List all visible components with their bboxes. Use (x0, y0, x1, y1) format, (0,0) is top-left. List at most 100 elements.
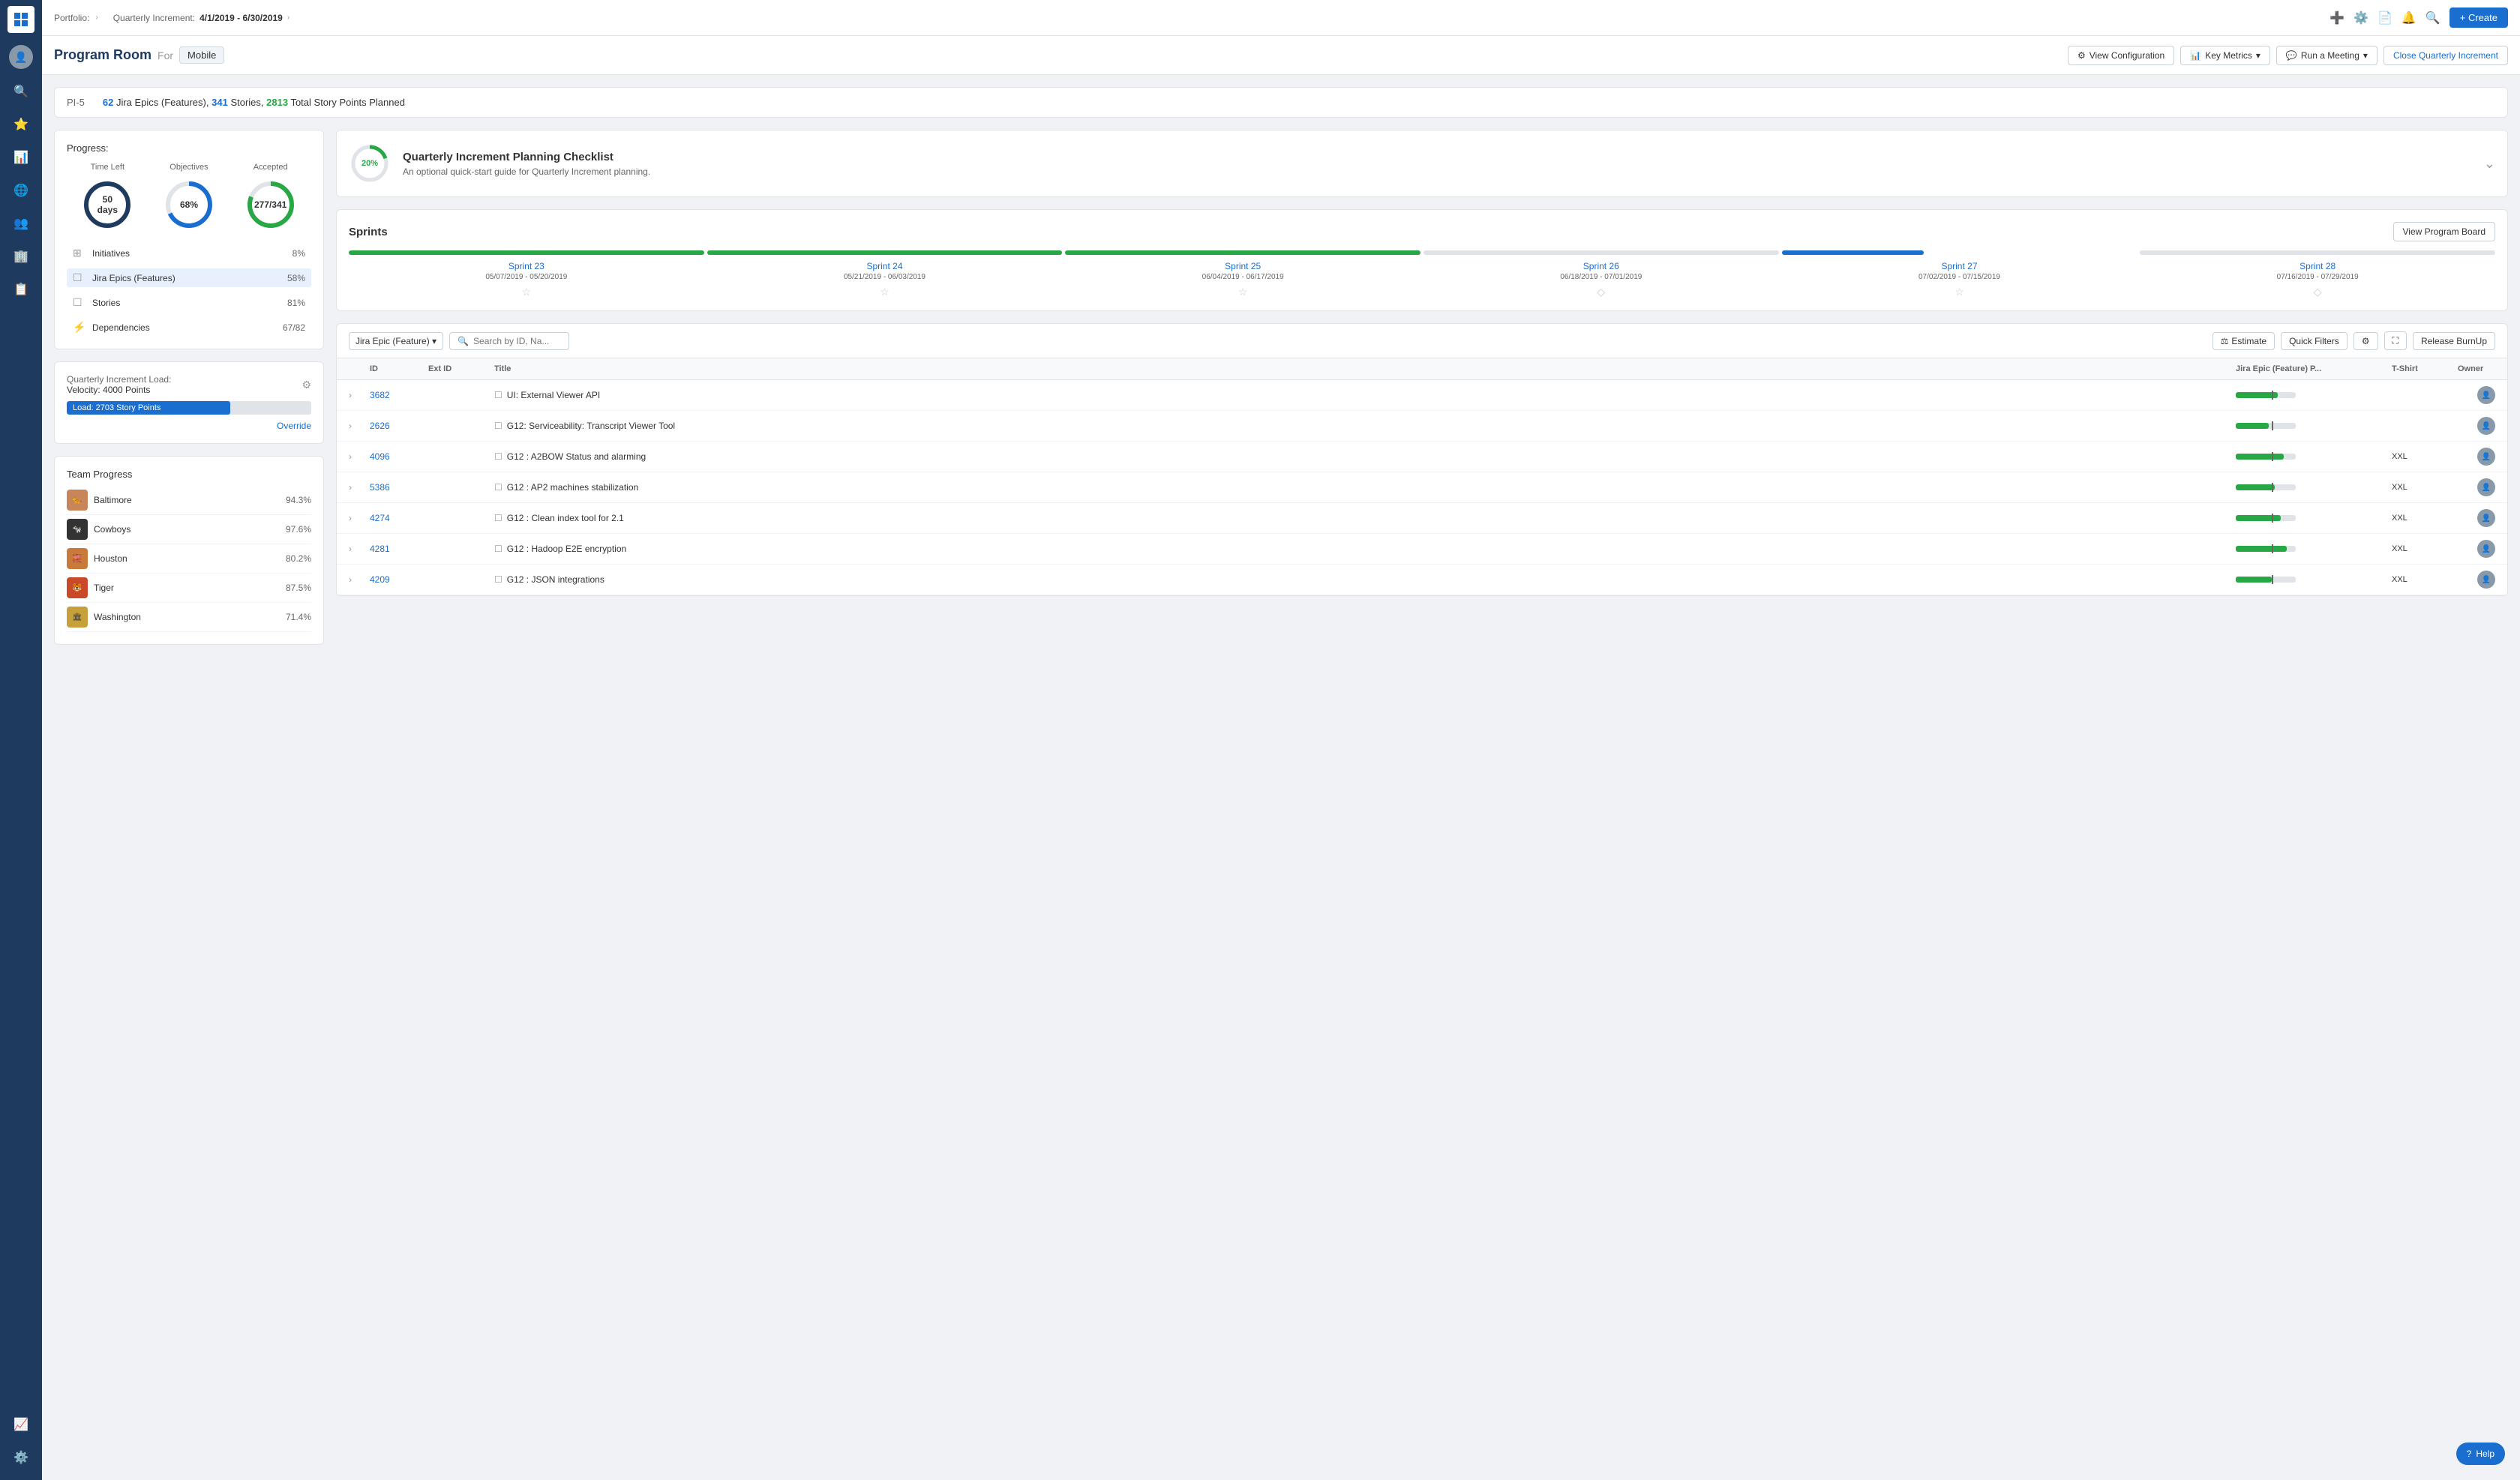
release-burnup-button[interactable]: Release BurnUp (2413, 332, 2495, 350)
doc-icon: ☐ (494, 544, 502, 554)
sprint-24-star-icon[interactable]: ☆ (880, 286, 890, 298)
sprint-27-star-icon[interactable]: ☆ (1954, 286, 1964, 298)
checklist-collapse-icon[interactable]: ⌄ (2484, 156, 2495, 172)
row-id-3682[interactable]: 3682 (370, 390, 422, 400)
checklist-title: Quarterly Increment Planning Checklist (403, 151, 2472, 163)
sprint-24-name[interactable]: Sprint 24 (866, 261, 902, 271)
view-configuration-button[interactable]: ⚙ View Configuration (2068, 46, 2174, 65)
document-icon[interactable]: 📄 (2378, 10, 2392, 25)
sprint-25-star-icon[interactable]: ☆ (1238, 286, 1248, 298)
team-avatar-washington: 🏛 (67, 607, 88, 628)
row-expand-icon[interactable]: › (349, 390, 364, 400)
sidebar-item-people[interactable]: 👥 (6, 208, 36, 238)
col-tshirt: T-Shirt (2392, 364, 2452, 373)
bar-track (2236, 546, 2296, 552)
sprint-26-star-icon[interactable]: ◇ (1597, 286, 1605, 298)
search-icon[interactable]: 🔍 (2426, 10, 2440, 25)
sprint-25-name[interactable]: Sprint 25 (1225, 261, 1261, 271)
view-program-board-button[interactable]: View Program Board (2393, 222, 2496, 241)
team-name-baltimore: Baltimore (94, 495, 280, 505)
estimate-button[interactable]: ⚖ Estimate (2212, 332, 2275, 350)
sprint-26-name[interactable]: Sprint 26 (1583, 261, 1619, 271)
time-left-gauge: 50 days (80, 178, 134, 232)
velocity-card: Quarterly Increment Load: Velocity: 4000… (54, 361, 324, 444)
epics-count: 62 (103, 97, 113, 108)
owner-avatar: 👤 (2477, 478, 2495, 496)
row-id-2626[interactable]: 2626 (370, 421, 422, 431)
sprint-27-name[interactable]: Sprint 27 (1941, 261, 1977, 271)
grid-icon: ⊞ (73, 247, 86, 259)
row-id-4281[interactable]: 4281 (370, 544, 422, 554)
stories-label-item: Stories (92, 298, 281, 308)
row-expand-icon[interactable]: › (349, 482, 364, 493)
sidebar-item-board[interactable]: 📋 (6, 274, 36, 304)
epic-filter-select[interactable]: Jira Epic (Feature) ▾ (349, 332, 443, 350)
time-left-label: Time Left (91, 163, 124, 172)
sidebar-item-search[interactable]: 🔍 (6, 76, 36, 106)
sprint-27-dates: 07/02/2019 - 07/15/2019 (1918, 273, 2000, 281)
row-expand-icon[interactable]: › (349, 574, 364, 585)
sidebar-item-teams[interactable]: 🏢 (6, 241, 36, 271)
accepted-value: 277/341 (254, 199, 286, 210)
stories-value: 81% (287, 298, 305, 308)
key-metrics-button[interactable]: 📊 Key Metrics ▾ (2180, 46, 2270, 65)
sprint-23-star-icon[interactable]: ☆ (522, 286, 532, 298)
qi-dates[interactable]: 4/1/2019 - 6/30/2019 (200, 13, 283, 23)
epics-value: 58% (287, 273, 305, 283)
row-expand-icon[interactable]: › (349, 451, 364, 462)
team-pct-houston: 80.2% (286, 553, 311, 564)
program-name[interactable]: Mobile (179, 46, 224, 64)
sprint-23-name[interactable]: Sprint 23 (508, 261, 544, 271)
sidebar-item-analytics[interactable]: 📈 (6, 1410, 36, 1440)
estimate-icon: ⚖ (2221, 336, 2229, 346)
row-id-5386[interactable]: 5386 (370, 482, 422, 493)
sprint-28-name[interactable]: Sprint 28 (2300, 261, 2336, 271)
quick-filters-button[interactable]: Quick Filters (2281, 332, 2348, 350)
sidebar-item-star[interactable]: ⭐ (6, 109, 36, 139)
row-tshirt-4096: XXL (2392, 452, 2452, 461)
stats-bar: PI-5 62 Jira Epics (Features), 341 Stori… (54, 87, 2508, 118)
row-expand-icon[interactable]: › (349, 513, 364, 523)
row-bar-4096 (2236, 454, 2386, 460)
two-col-layout: Progress: Time Left 50 days (54, 130, 2508, 645)
row-id-4274[interactable]: 4274 (370, 513, 422, 523)
notification-icon[interactable]: 🔔 (2402, 10, 2416, 25)
row-id-4209[interactable]: 4209 (370, 574, 422, 585)
row-bar-4281 (2236, 546, 2386, 552)
sidebar-item-chart[interactable]: 📊 (6, 142, 36, 172)
velocity-settings-icon[interactable]: ⚙ (302, 379, 311, 391)
user-avatar[interactable]: 👤 (9, 45, 33, 69)
sprint-28-star-icon[interactable]: ◇ (2314, 286, 2322, 298)
help-button[interactable]: ? Help (2456, 1443, 2505, 1465)
row-expand-icon[interactable]: › (349, 421, 364, 431)
velocity-info: Quarterly Increment Load: Velocity: 4000… (67, 374, 171, 395)
velocity-bar-label: Load: 2703 Story Points (73, 403, 160, 412)
bar-fill (2236, 423, 2269, 429)
row-expand-icon[interactable]: › (349, 544, 364, 554)
table-expand-icon-btn[interactable]: ⛶ (2384, 331, 2407, 350)
bar-track (2236, 484, 2296, 490)
col-progress: Jira Epic (Feature) P... (2236, 364, 2386, 373)
sprint-col-26: Sprint 26 06/18/2019 - 07/01/2019 ◇ (1424, 261, 1779, 298)
table-header: ID Ext ID Title Jira Epic (Feature) P...… (337, 358, 2507, 380)
stats-summary: 62 Jira Epics (Features), 341 Stories, 2… (103, 97, 405, 108)
table-search-input[interactable] (473, 336, 563, 346)
app-logo[interactable] (8, 6, 34, 33)
override-link[interactable]: Override (67, 421, 311, 431)
table-settings-icon-btn[interactable]: ⚙ (2354, 332, 2378, 350)
doc-icon: ☐ (494, 574, 502, 585)
bar-marker (2272, 514, 2273, 523)
create-button[interactable]: + Create (2450, 7, 2508, 28)
add-icon[interactable]: ➕ (2330, 10, 2344, 25)
close-qi-button[interactable]: Close Quarterly Increment (2384, 46, 2508, 65)
settings-gear-icon[interactable]: ⚙️ (2354, 10, 2368, 25)
row-id-4096[interactable]: 4096 (370, 451, 422, 462)
sidebar-item-hierarchy[interactable]: 🌐 (6, 175, 36, 205)
quarterly-increment-section: Quarterly Increment: 4/1/2019 - 6/30/201… (113, 13, 290, 23)
run-meeting-button[interactable]: 💬 Run a Meeting ▾ (2276, 46, 2378, 65)
table-row: › 5386 ☐G12 : AP2 machines stabilization… (337, 472, 2507, 503)
filter-label: Jira Epic (Feature) (356, 336, 430, 346)
sprint-bar-25 (1065, 250, 1420, 255)
sidebar-item-settings[interactable]: ⚙️ (6, 1443, 36, 1473)
checklist-content: Quarterly Increment Planning Checklist A… (403, 151, 2472, 177)
